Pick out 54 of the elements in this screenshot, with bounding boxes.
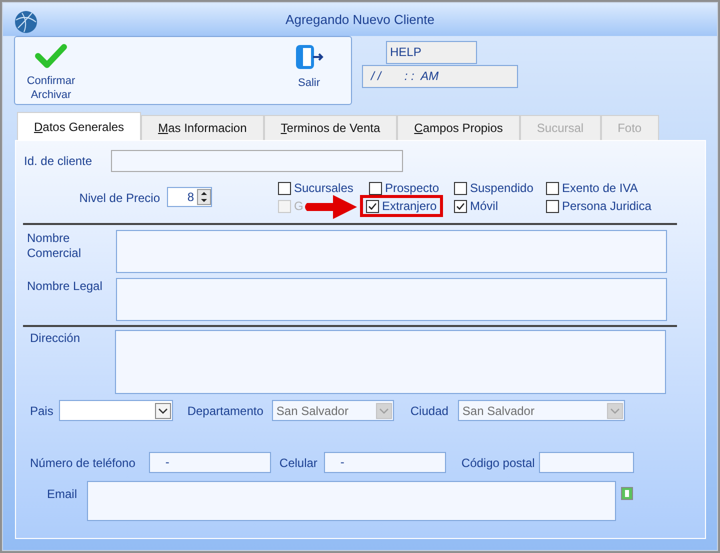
spinner-arrows-icon[interactable]	[197, 189, 211, 205]
field-label: Número de teléfono	[30, 454, 136, 472]
window-title: Agregando Nuevo Cliente	[286, 10, 434, 29]
confirm-button[interactable]: Confirmar Archivar	[23, 43, 79, 104]
field-label: Celular	[279, 454, 318, 472]
checkbox-label: Suspendido	[470, 180, 534, 197]
checkbox-label: Persona Juridica	[562, 198, 652, 215]
tab[interactable]: Campos Propios	[397, 115, 520, 140]
chevron-down-icon	[155, 402, 172, 418]
text-field[interactable]: -	[324, 452, 446, 473]
text-area[interactable]	[115, 330, 666, 394]
checkbox-label: Exento de IVA	[562, 180, 638, 197]
text-area[interactable]	[116, 278, 667, 321]
exit-button[interactable]: Salir	[289, 43, 329, 104]
dropdown[interactable]	[59, 400, 174, 421]
checkbox[interactable]	[369, 182, 382, 194]
help-field[interactable]: HELP	[386, 41, 477, 64]
checkbox[interactable]	[278, 182, 291, 194]
field-label: Dirección	[30, 331, 82, 346]
checkbox[interactable]	[454, 182, 467, 194]
checkbox-label: Extranjero	[382, 198, 437, 215]
email-field[interactable]	[87, 481, 616, 521]
field-label: Email	[47, 487, 78, 501]
price-level-spinner[interactable]: 8	[167, 187, 212, 207]
field-label: Id. de cliente	[24, 154, 92, 168]
field-label: Nombre Comercial	[27, 231, 82, 261]
checkbox-label: Prospecto	[385, 180, 440, 197]
tab[interactable]: Terminos de Venta	[264, 115, 398, 140]
text-field[interactable]	[538, 452, 634, 473]
field-label: Nivel de Precio	[79, 190, 160, 207]
datetime-field[interactable]: / / : : AM	[362, 65, 518, 88]
tab[interactable]: Datos Generales	[17, 112, 142, 140]
checkbox[interactable]	[546, 182, 559, 194]
client-id-field[interactable]	[111, 150, 403, 172]
text-area[interactable]	[116, 230, 667, 273]
checkbox-label: G	[294, 198, 304, 215]
tab[interactable]: Mas Informacion	[141, 115, 264, 140]
chevron-down-icon	[376, 402, 392, 418]
field-label: Nombre Legal	[27, 279, 104, 294]
checkbox-label: Móvil	[470, 198, 498, 215]
arrow-annotation	[303, 194, 358, 220]
field-label: Pais	[30, 402, 54, 420]
checkbox[interactable]	[454, 200, 467, 212]
text-field[interactable]: -	[149, 452, 272, 473]
field-label: Código postal	[461, 454, 535, 472]
chevron-down-icon	[607, 402, 624, 418]
checkbox[interactable]	[546, 200, 559, 212]
checkmark-icon	[35, 43, 67, 69]
exit-door-icon	[294, 43, 324, 71]
checkbox[interactable]	[366, 200, 379, 212]
checkbox-label: Sucursales	[294, 180, 354, 197]
field-label: Departamento	[187, 402, 264, 420]
globe-logo-icon	[14, 10, 38, 34]
field-label: Ciudad	[410, 402, 448, 420]
